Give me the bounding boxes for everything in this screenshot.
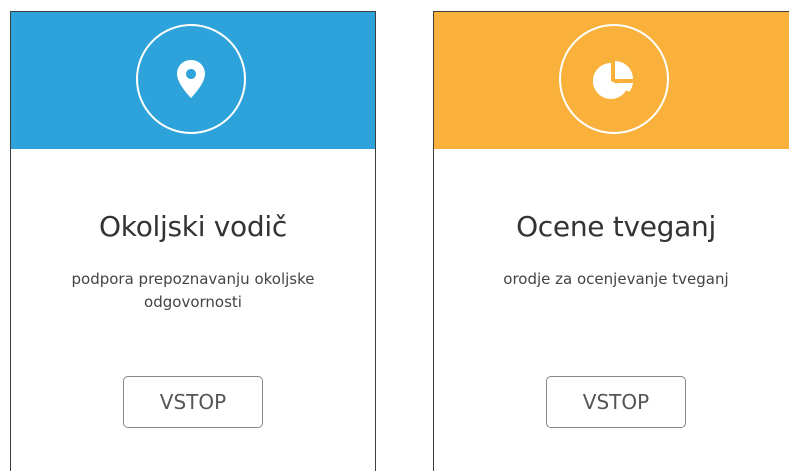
enter-button[interactable]: VSTOP <box>123 376 263 428</box>
icon-circle <box>136 24 246 134</box>
icon-circle <box>559 24 669 134</box>
card-title: Ocene tveganj <box>516 210 716 243</box>
card-subtitle: podpora prepoznavanju okoljske odgovorno… <box>71 270 315 311</box>
card-ocene-tveganj: Ocene tveganj orodje za ocenjevanje tveg… <box>433 11 789 471</box>
card-subtitle: orodje za ocenjevanje tveganj <box>503 270 729 288</box>
pie-chart-icon <box>593 61 633 99</box>
card-okoljski-vodic: Okoljski vodič podpora prepoznavanju oko… <box>10 11 376 471</box>
map-marker-icon <box>177 60 205 98</box>
enter-button[interactable]: VSTOP <box>546 376 686 428</box>
card-header-orange <box>434 12 789 149</box>
card-title: Okoljski vodič <box>99 210 287 243</box>
card-header-blue <box>11 12 375 149</box>
